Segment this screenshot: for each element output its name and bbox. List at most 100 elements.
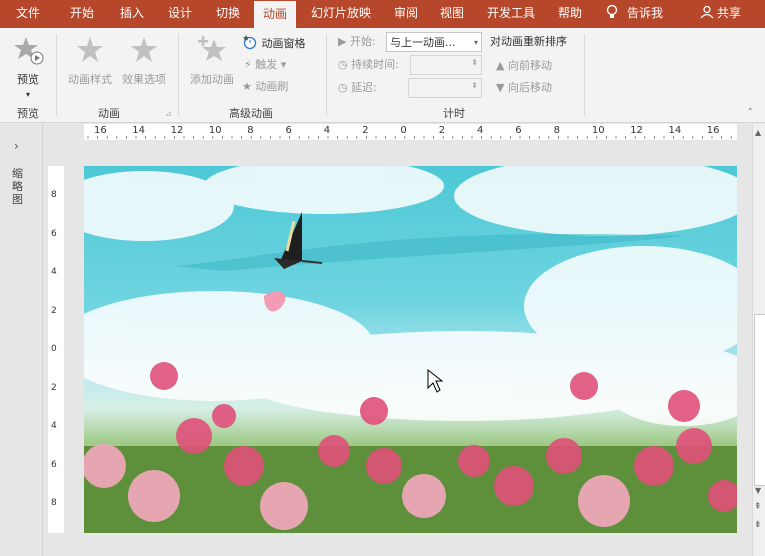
start-label-text: 开始:	[349, 35, 376, 48]
vruler-tick-label: 2	[51, 382, 57, 393]
tab-view[interactable]: 视图	[432, 0, 472, 28]
delay-label: ◷ 延迟:	[338, 79, 377, 97]
ruler-tick-label: 16	[94, 125, 107, 136]
delay-spinner[interactable]: ⬍	[408, 78, 482, 98]
vruler-tick-label: 8	[51, 190, 57, 200]
add-animation-button[interactable]: 添加动画	[186, 34, 238, 87]
ruler-tick-label: 10	[208, 125, 222, 136]
tab-transitions[interactable]: 切换	[208, 0, 248, 28]
tab-home[interactable]: 开始	[62, 0, 102, 28]
animation-styles-button[interactable]: 动画样式	[64, 34, 116, 87]
duration-label-text: 持续时间:	[351, 58, 399, 71]
trigger-label: 触发	[255, 58, 278, 71]
star-play-icon	[14, 37, 44, 65]
separator	[56, 34, 57, 116]
thumbnail-pane-collapsed[interactable]: › 缩略图	[0, 123, 43, 556]
play-icon: ▶	[338, 35, 347, 48]
separator	[584, 34, 585, 116]
painter-star-icon: ★	[242, 80, 252, 93]
animation-styles-label: 动画样式	[68, 73, 112, 86]
tab-insert[interactable]: 插入	[112, 0, 152, 28]
lightning-icon: ⚡	[244, 58, 252, 71]
dialog-launcher-icon[interactable]: ⊿	[165, 109, 172, 118]
add-animation-label: 添加动画	[190, 73, 234, 86]
slide-canvas[interactable]	[84, 166, 737, 533]
clock-icon: ◷	[338, 58, 348, 71]
ruler-tick-label: 4	[477, 125, 484, 136]
tab-developer[interactable]: 开发工具	[480, 0, 542, 28]
flower	[676, 428, 712, 464]
flower	[318, 435, 350, 467]
scroll-up-icon[interactable]: ▲	[755, 128, 761, 137]
vruler-tick-label: 8	[51, 498, 57, 508]
flower	[578, 475, 630, 527]
tab-help[interactable]: 帮助	[550, 0, 590, 28]
move-earlier-button[interactable]: ▲ 向前移动	[496, 57, 552, 75]
vruler-tick-label: 4	[51, 421, 57, 431]
triangle-down-icon: ▼	[496, 81, 505, 94]
chevron-right-icon[interactable]: ›	[14, 139, 19, 153]
flower	[494, 466, 534, 506]
start-label: ▶ 开始:	[338, 33, 376, 51]
scroll-down-icon[interactable]: ▼	[755, 486, 761, 495]
trigger-button[interactable]: ⚡ 触发 ▾	[244, 56, 286, 74]
add-star-icon	[198, 36, 226, 61]
clock-star-icon	[243, 35, 257, 50]
group-label-advanced: 高级动画	[229, 107, 273, 120]
vruler-tick-label: 6	[51, 459, 57, 470]
vertical-ruler: 8 6 4 2 0 2 4 6 8	[48, 166, 64, 533]
tab-design[interactable]: 设计	[160, 0, 200, 28]
spinner-arrows-icon: ⬍	[471, 81, 478, 90]
ribbon-animations: 预览 ▾ 预览 动画样式 效果选项 动画 ⊿ 添加动画 动画窗格 ⚡ 触发 ▾ …	[0, 28, 765, 123]
thumbnails-label: 缩略图	[12, 167, 23, 206]
separator	[326, 34, 327, 116]
clock-icon: ◷	[338, 81, 348, 94]
animation-pane-label: 动画窗格	[261, 37, 306, 50]
tab-file[interactable]: 文件	[6, 0, 50, 28]
ruler-tick-label: 12	[170, 125, 184, 136]
flower	[570, 372, 598, 400]
vruler-tick-label: 0	[51, 344, 57, 354]
ruler-tick-label: 10	[591, 125, 605, 136]
spinner-arrows-icon: ⬍	[471, 58, 478, 67]
group-label-timing: 计时	[443, 107, 465, 120]
triangle-up-icon: ▲	[496, 59, 505, 72]
vertical-scrollbar[interactable]: ▲ ▼ ⇞ ⇟	[752, 124, 765, 556]
animation-painter-label: 动画刷	[255, 80, 289, 93]
clouds	[84, 166, 737, 426]
animation-pane-button[interactable]: 动画窗格	[242, 34, 306, 52]
flower	[402, 474, 446, 518]
duration-spinner[interactable]: ⬍	[410, 55, 482, 75]
next-slide-icon[interactable]: ⇟	[754, 520, 762, 530]
ruler-tick-label: 6	[285, 125, 292, 136]
animation-painter-button[interactable]: ★ 动画刷	[242, 78, 288, 96]
person-icon	[700, 5, 714, 19]
start-select[interactable]: 与上一动画... ▾	[386, 32, 482, 52]
effect-options-button[interactable]: 效果选项	[118, 34, 170, 87]
preview-label: 预览	[17, 73, 39, 86]
move-later-button[interactable]: ▼ 向后移动	[496, 79, 552, 97]
share-button[interactable]: 共享	[700, 0, 741, 28]
scroll-thumb[interactable]	[754, 314, 765, 486]
share-label: 共享	[717, 6, 742, 20]
ribbon-tab-bar: 文件 开始 插入 设计 切换 动画 幻灯片放映 审阅 视图 开发工具 帮助 告诉…	[0, 0, 765, 28]
flower	[128, 470, 180, 522]
tell-me-label: 告诉我	[627, 6, 664, 20]
group-label-preview: 预览	[17, 107, 39, 120]
flower	[84, 444, 126, 488]
star-icon	[131, 37, 157, 62]
lightbulb-icon	[606, 4, 618, 18]
flower	[224, 446, 264, 486]
ruler-tick-label: 4	[323, 125, 331, 136]
tab-review[interactable]: 审阅	[386, 0, 426, 28]
tab-slideshow[interactable]: 幻灯片放映	[304, 0, 378, 28]
flower	[546, 438, 582, 474]
tell-me-box[interactable]: 告诉我	[605, 0, 663, 28]
tab-animations[interactable]: 动画	[254, 1, 296, 28]
delay-label-text: 延迟:	[351, 81, 377, 94]
collapse-ribbon-icon[interactable]: ˄	[748, 108, 753, 118]
previous-slide-icon[interactable]: ⇞	[754, 502, 762, 512]
preview-button[interactable]: 预览 ▾	[8, 34, 48, 100]
flower	[366, 448, 402, 484]
flower	[260, 482, 308, 530]
